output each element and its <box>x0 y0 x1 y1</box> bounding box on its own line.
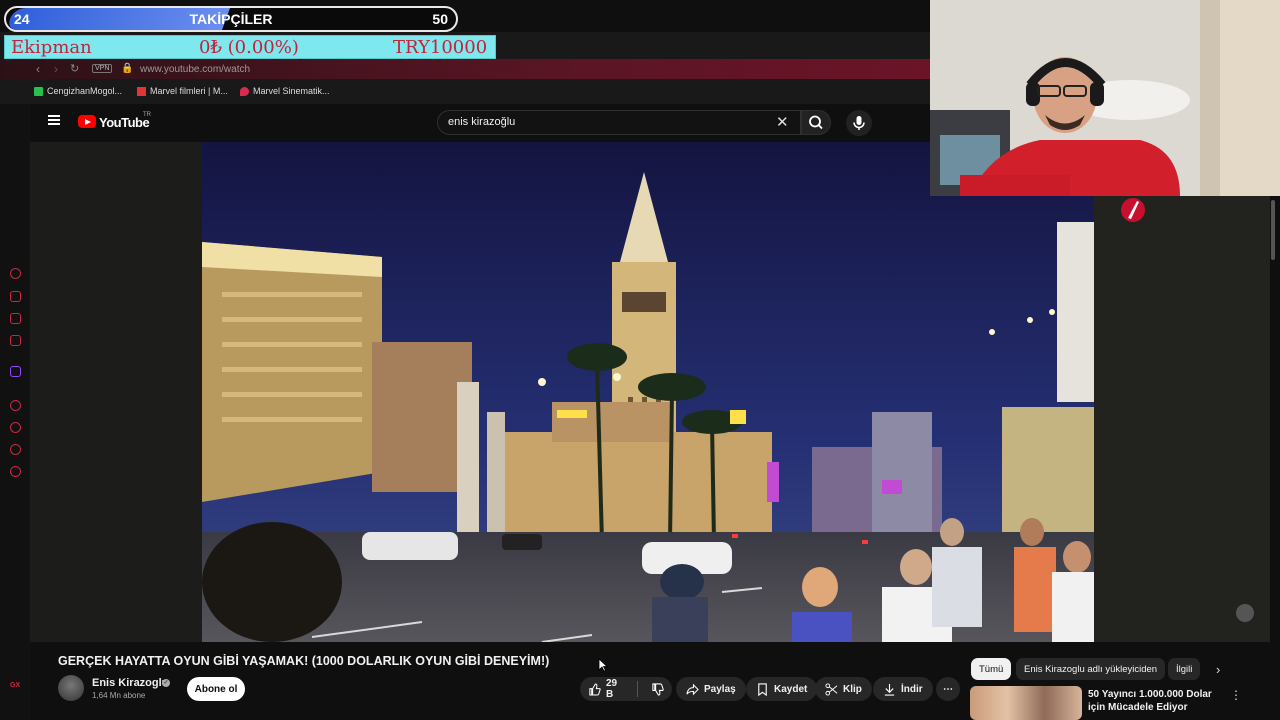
bookmark-label: Marvel Sinematik... <box>253 86 330 96</box>
back-icon[interactable]: ‹ <box>36 62 40 76</box>
chip-from-uploader[interactable]: Enis Kirazoglu adlı yükleyiciden <box>1016 658 1166 680</box>
download-label: İndir <box>901 683 923 695</box>
chip-related[interactable]: İlgili <box>1168 658 1201 680</box>
bookmark-icon <box>758 682 767 696</box>
subscribe-button[interactable]: Abone ol <box>187 677 245 701</box>
recommended-thumbnail[interactable] <box>970 686 1082 720</box>
save-label: Kaydet <box>774 683 808 695</box>
dislike-button[interactable] <box>643 682 672 696</box>
avatar[interactable] <box>1236 604 1254 622</box>
bookmark-item[interactable]: CengizhanMogol... <box>34 86 122 96</box>
thumbs-up-icon <box>589 682 601 696</box>
gx-sidebar <box>0 104 30 720</box>
marvel-icon <box>137 86 146 96</box>
search-query[interactable]: enis kirazoğlu <box>448 116 515 128</box>
search-icon <box>809 115 823 130</box>
share-label: Paylaş <box>704 683 736 695</box>
subscriber-count: 1,64 Mn abone <box>92 691 146 700</box>
player-icon[interactable] <box>10 400 21 411</box>
download-button[interactable]: İndir <box>873 677 933 701</box>
youtube-logo-icon[interactable] <box>78 115 96 128</box>
chip-all[interactable]: Tümü <box>971 658 1012 680</box>
followers-title: TAKİPÇİLER <box>189 11 273 27</box>
lock-icon[interactable]: 🔒 <box>121 63 133 74</box>
messenger-icon[interactable] <box>10 335 21 346</box>
vpn-badge[interactable]: VPN <box>92 64 113 73</box>
clip-button[interactable]: Klip <box>815 677 872 701</box>
gx-logo: GX <box>10 682 21 689</box>
like-count: 29 B <box>605 678 618 700</box>
gx-cleaner-icon[interactable] <box>10 313 21 324</box>
clip-label: Klip <box>843 683 862 695</box>
donation-label: Ekipman <box>11 37 92 58</box>
gx-control-icon[interactable] <box>10 291 21 302</box>
scrollbar-thumb[interactable] <box>1271 200 1275 260</box>
mouse-cursor-icon <box>598 658 608 672</box>
save-button[interactable]: Kaydet <box>746 677 818 701</box>
recommended-title[interactable]: 50 Yayıncı 1.000.000 Dolar için Mücadele… <box>1088 688 1228 714</box>
url-text[interactable]: www.youtube.com/watch <box>140 64 250 75</box>
history-icon[interactable] <box>10 422 21 433</box>
youtube-logo-text[interactable]: YouTube <box>99 115 150 130</box>
download-icon <box>884 683 895 696</box>
channel-avatar[interactable] <box>58 675 84 701</box>
verified-icon: ✓ <box>162 679 170 687</box>
more-icon: ⋯ <box>943 683 953 695</box>
video-frame[interactable] <box>202 142 1094 642</box>
like-button[interactable]: 29 B <box>580 678 638 700</box>
scrollbar[interactable] <box>1270 196 1280 642</box>
chevron-right-icon[interactable]: › <box>1216 662 1220 677</box>
donation-amount: 0₺ (0.00%) <box>199 37 299 58</box>
followers-goal: 50 <box>432 11 448 27</box>
bookmark-item[interactable]: Marvel filmleri | M... <box>137 86 228 96</box>
search-button[interactable] <box>801 110 831 135</box>
streamer-webcam <box>930 0 1280 196</box>
clear-search-icon[interactable]: ✕ <box>776 113 789 131</box>
like-dislike-group: 29 B <box>580 677 672 701</box>
share-button[interactable]: Paylaş <box>676 677 746 701</box>
scissors-icon <box>825 682 838 696</box>
share-icon <box>686 683 699 695</box>
speed-dial-icon[interactable] <box>10 268 21 279</box>
las-vegas-street-scene <box>202 142 1094 642</box>
settings-icon[interactable] <box>10 466 21 477</box>
channel-name[interactable]: Enis Kirazoglu <box>92 677 168 689</box>
video-title: GERÇEK HAYATTA OYUN GİBİ YAŞAMAK! (1000 … <box>58 654 550 668</box>
more-vert-icon[interactable]: ⋮ <box>1230 688 1242 702</box>
pin-icon <box>240 86 249 96</box>
pen-icon <box>1121 198 1145 222</box>
twitch-icon[interactable] <box>10 366 21 377</box>
menu-icon[interactable] <box>48 115 60 125</box>
green-k-icon <box>34 86 43 96</box>
mic-icon <box>853 116 865 130</box>
region-code: TR <box>143 112 151 118</box>
voice-search-button[interactable] <box>846 110 872 136</box>
forward-icon[interactable]: › <box>54 62 58 76</box>
donation-goal-bar: Ekipman 0₺ (0.00%) TRY10000 <box>4 35 496 59</box>
bookmark-label: CengizhanMogol... <box>47 86 123 96</box>
followers-goal-bar: 24 TAKİPÇİLER 50 <box>4 6 458 32</box>
donation-goal: TRY10000 <box>393 37 488 58</box>
extensions-icon[interactable] <box>10 444 21 455</box>
more-actions-button[interactable]: ⋯ <box>936 677 960 701</box>
thumbs-down-icon <box>652 682 664 696</box>
webcam-overlay <box>930 0 1280 196</box>
video-side-panel <box>1094 196 1270 642</box>
bookmark-label: Marvel filmleri | M... <box>150 86 228 96</box>
reload-icon[interactable]: ↻ <box>70 62 79 75</box>
bookmark-item[interactable]: Marvel Sinematik... <box>240 86 330 96</box>
